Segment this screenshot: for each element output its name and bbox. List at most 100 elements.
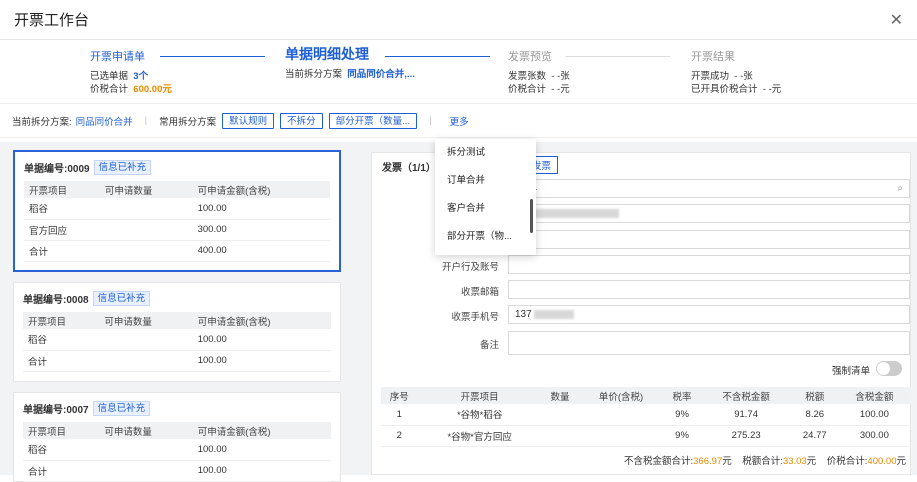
buyer-name-field[interactable]: 2344⌕ bbox=[508, 179, 910, 198]
cell: 100.00 bbox=[192, 198, 330, 220]
email-field[interactable] bbox=[508, 280, 910, 299]
col-header: 开票项目 bbox=[417, 387, 542, 404]
current-plan-value: 同品同价合并 bbox=[75, 116, 133, 128]
cell: 100.00 bbox=[192, 439, 331, 461]
cell bbox=[99, 198, 193, 220]
scrollbar[interactable] bbox=[530, 199, 533, 233]
step-label: 发票张数 bbox=[508, 71, 547, 82]
status-badge: 信息已补充 bbox=[92, 291, 151, 306]
total-label: 税额合计: bbox=[742, 456, 783, 467]
step-value: - -张 bbox=[551, 71, 570, 82]
col-header: 序号 bbox=[381, 387, 418, 404]
col-header: 可申请金额(含税) bbox=[192, 312, 331, 329]
cell: 100.00 bbox=[192, 460, 331, 482]
cell: *谷物*稻谷 bbox=[417, 404, 542, 426]
step-value: 600.00元 bbox=[133, 84, 172, 95]
table-row: 稻谷 100.00 bbox=[23, 329, 331, 351]
table-row[interactable]: 1 *谷物*稻谷 9% 91.74 8.26 100.00 bbox=[381, 404, 911, 426]
col-header: 可申请数量 bbox=[99, 312, 193, 329]
cell bbox=[99, 460, 193, 482]
bill-card[interactable]: 单据编号:0009 信息已补充 开票项目 可申请数量 可申请金额(含税) 稻谷 100.… bbox=[13, 150, 341, 272]
unit: 元 bbox=[722, 456, 732, 467]
cell: 9% bbox=[663, 425, 701, 447]
total-label: 价税合计: bbox=[826, 456, 868, 467]
step-detail[interactable]: 单据明细处理 当前拆分方案 同品同价合并,... bbox=[285, 44, 415, 81]
step-value: - -张 bbox=[734, 71, 753, 82]
more-link[interactable]: 更多 bbox=[450, 114, 469, 128]
search-icon[interactable]: ⌕ bbox=[897, 180, 903, 197]
step-result[interactable]: 开票结果 开票成功 - -张 已开具价税合计 - -元 bbox=[691, 48, 781, 96]
cell: *谷物*官方回应 bbox=[417, 425, 542, 447]
table-row: 合计 100.00 bbox=[23, 460, 331, 482]
cell: 官方回应 bbox=[24, 219, 100, 241]
step-label: 当前拆分方案 bbox=[285, 69, 343, 80]
step-name: 发票预览 bbox=[508, 51, 552, 63]
col-header: 含税金额 bbox=[837, 387, 911, 404]
cell: 1 bbox=[381, 404, 418, 426]
tax-id-field[interactable]: 40 bbox=[508, 204, 910, 223]
col-header: 开票项目 bbox=[23, 312, 100, 329]
cell bbox=[578, 404, 664, 426]
cell bbox=[99, 219, 193, 241]
phone-field[interactable]: 137 bbox=[508, 305, 910, 324]
table-row[interactable]: 2 *谷物*官方回应 9% 275.23 24.77 300.00 bbox=[381, 425, 911, 447]
cell: 9% bbox=[663, 404, 701, 426]
step-label: 价税合计 bbox=[90, 84, 129, 95]
split-option-bar: 当前拆分方案: 同品同价合并 | 常用拆分方案 默认规则 不拆分 部分开票（数量… bbox=[0, 104, 917, 138]
cell: 300.00 bbox=[837, 425, 911, 447]
step-preview[interactable]: 发票预览 发票张数 - -张 价税合计 - -元 bbox=[508, 48, 570, 96]
cell: 合计 bbox=[24, 240, 100, 262]
email-label: 收票邮箱 bbox=[460, 287, 499, 298]
step-connector bbox=[160, 56, 265, 57]
masked-text bbox=[528, 208, 619, 218]
force-list-label: 强制清单 bbox=[831, 366, 870, 377]
col-header: 税额 bbox=[791, 387, 838, 404]
phone-label: 收票手机号 bbox=[451, 312, 499, 323]
bank-field[interactable] bbox=[508, 255, 910, 274]
note-field[interactable] bbox=[508, 331, 910, 355]
table-row: 稻谷 100.00 bbox=[24, 198, 330, 220]
cell bbox=[99, 329, 193, 351]
more-dropdown-menu: 拆分测试 订单合并 客户合并 部分开票（物... bbox=[435, 139, 536, 255]
cell: 400.00 bbox=[192, 240, 330, 262]
cell: 2 bbox=[381, 425, 418, 447]
col-header: 可申请金额(含税) bbox=[192, 181, 330, 198]
common-plan-label: 常用拆分方案 bbox=[159, 116, 217, 128]
cell: 稻谷 bbox=[23, 439, 100, 461]
force-list-toggle[interactable] bbox=[876, 361, 902, 376]
address-field[interactable] bbox=[508, 230, 910, 249]
bill-card[interactable]: 单据编号:0007 信息已补充 开票项目 可申请数量 可申请金额(含税) 稻谷 100.… bbox=[13, 392, 341, 482]
step-label: 开票成功 bbox=[691, 71, 730, 82]
cell: 100.00 bbox=[192, 350, 331, 372]
step-connector bbox=[565, 56, 670, 57]
col-header: 不含税金额 bbox=[700, 387, 792, 404]
cell: 合计 bbox=[23, 460, 100, 482]
menu-item[interactable]: 客户合并 bbox=[435, 195, 536, 223]
col-header: 数量 bbox=[541, 387, 579, 404]
menu-item[interactable]: 部分开票（物... bbox=[435, 223, 536, 251]
menu-item[interactable]: 拆分测试 bbox=[435, 139, 536, 167]
default-rule-button[interactable]: 默认规则 bbox=[222, 112, 275, 129]
step-value: 同品同价合并,... bbox=[347, 69, 415, 80]
cell: 稻谷 bbox=[23, 329, 100, 351]
table-row: 稻谷 100.00 bbox=[23, 439, 331, 461]
no-split-button[interactable]: 不拆分 bbox=[280, 112, 323, 129]
total-value: 33.03 bbox=[782, 456, 807, 467]
menu-item[interactable]: 订单合并 bbox=[435, 167, 536, 195]
partial-invoice-button[interactable]: 部分开票（数量... bbox=[328, 112, 418, 129]
bank-label: 开户行及账号 bbox=[441, 262, 499, 273]
cell: 稻谷 bbox=[24, 198, 100, 220]
step-value: 3个 bbox=[133, 71, 149, 82]
total-value: 400.00 bbox=[867, 456, 897, 467]
bill-card[interactable]: 单据编号:0008 信息已补充 开票项目 可申请数量 可申请金额(含税) 稻谷 100.… bbox=[13, 282, 341, 382]
masked-text bbox=[534, 309, 575, 319]
bill-title: 单据编号:0009 bbox=[24, 164, 90, 175]
cell bbox=[99, 240, 193, 262]
bill-table: 开票项目 可申请数量 可申请金额(含税) 稻谷 100.00 合计 100.00 bbox=[23, 422, 331, 482]
cell: 275.23 bbox=[700, 425, 792, 447]
close-icon[interactable]: ✕ bbox=[890, 10, 903, 30]
title-bar: 开票工作台 ✕ bbox=[0, 0, 917, 40]
col-header: 税率 bbox=[663, 387, 701, 404]
col-header: 可申请数量 bbox=[99, 181, 193, 198]
step-label: 已选单据 bbox=[90, 71, 129, 82]
